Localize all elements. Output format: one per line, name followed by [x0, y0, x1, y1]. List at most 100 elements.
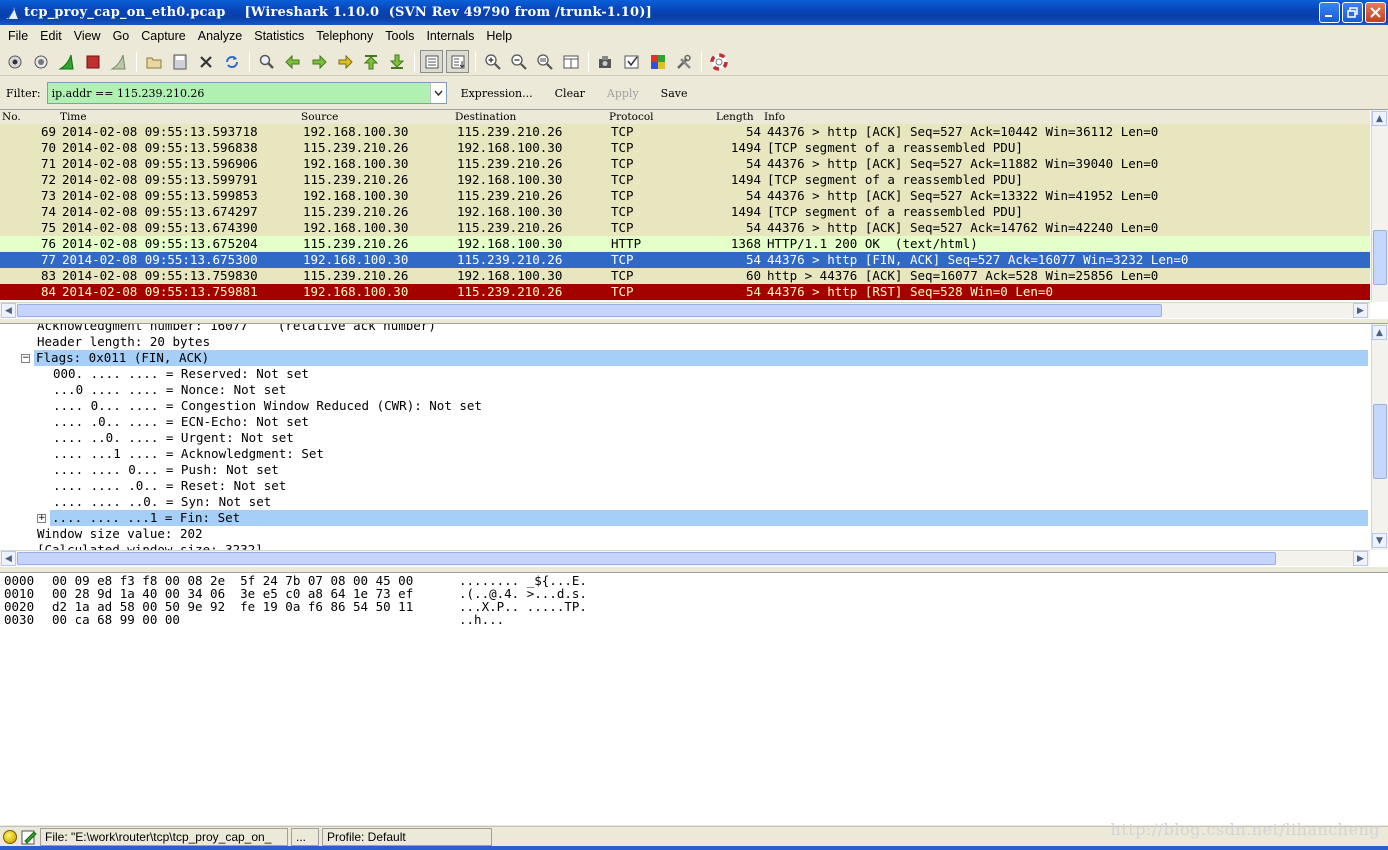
go-to-packet-button[interactable]	[333, 50, 356, 73]
detail-tree-item[interactable]: .... 0... .... = Congestion Window Reduc…	[0, 398, 1368, 414]
hex-ascii[interactable]: ..h...	[459, 613, 504, 626]
detail-tree-item[interactable]: − Flags: 0x011 (FIN, ACK)	[21, 350, 1368, 366]
zoom-in-button[interactable]	[481, 50, 504, 73]
detail-tree-item[interactable]: Window size value: 202	[0, 526, 1368, 542]
go-first-button[interactable]	[359, 50, 382, 73]
packet-row[interactable]: 73 2014-02-08 09:55:13.599853 192.168.100.…	[0, 188, 1370, 204]
scroll-left-arrow[interactable]: ◀	[1, 303, 16, 318]
menu-go[interactable]: Go	[107, 29, 136, 43]
scroll-right-arrow[interactable]: ▶	[1353, 303, 1368, 318]
expert-info-icon[interactable]	[3, 829, 17, 844]
column-header-destination[interactable]: Destination	[455, 111, 516, 123]
go-forward-button[interactable]	[307, 50, 330, 73]
detail-tree-item[interactable]: + .... .... ...1 = Fin: Set	[37, 510, 1368, 526]
details-hscrollbar[interactable]: ◀ ▶	[0, 550, 1370, 566]
packet-row[interactable]: 72 2014-02-08 09:55:13.599791 115.239.210.…	[0, 172, 1370, 188]
coloring-rules-button[interactable]	[646, 50, 669, 73]
column-header-time[interactable]: Time	[60, 111, 87, 123]
detail-tree-item[interactable]: .... .0.. .... = ECN-Echo: Not set	[0, 414, 1368, 430]
column-header-source[interactable]: Source	[301, 111, 338, 123]
detail-tree-item[interactable]: Header length: 20 bytes	[0, 334, 1368, 350]
packet-row[interactable]: 70 2014-02-08 09:55:13.596838 115.239.210.…	[0, 140, 1370, 156]
detail-tree-item[interactable]: 000. .... .... = Reserved: Not set	[0, 366, 1368, 382]
detail-tree-item[interactable]: Acknowledgment number: 16077 (relative a…	[0, 324, 1368, 334]
packet-row[interactable]: 76 2014-02-08 09:55:13.675204 115.239.210.…	[0, 236, 1370, 252]
stop-capture-button[interactable]	[81, 50, 104, 73]
detail-tree-item[interactable]: ...0 .... .... = Nonce: Not set	[0, 382, 1368, 398]
detail-tree-item[interactable]: .... ..0. .... = Urgent: Not set	[0, 430, 1368, 446]
start-capture-button[interactable]	[55, 50, 78, 73]
minimize-button[interactable]	[1319, 2, 1340, 23]
restore-button[interactable]	[1342, 2, 1363, 23]
zoom-out-button[interactable]	[507, 50, 530, 73]
menu-help[interactable]: Help	[480, 29, 518, 43]
menu-edit[interactable]: Edit	[34, 29, 68, 43]
menu-tools[interactable]: Tools	[379, 29, 420, 43]
menu-file[interactable]: File	[2, 29, 34, 43]
clear-filter-button[interactable]: Clear	[551, 87, 589, 100]
scroll-left-arrow[interactable]: ◀	[1, 551, 16, 566]
scroll-thumb[interactable]	[1373, 404, 1387, 479]
packet-row[interactable]: 83 2014-02-08 09:55:13.759830 115.239.210.…	[0, 268, 1370, 284]
close-file-button[interactable]	[194, 50, 217, 73]
autoscroll-button[interactable]	[446, 50, 469, 73]
scroll-thumb[interactable]	[17, 552, 1276, 565]
packet-list-vscrollbar[interactable]: ▲	[1371, 110, 1388, 302]
open-button[interactable]	[142, 50, 165, 73]
column-header-protocol[interactable]: Protocol	[609, 111, 654, 123]
scroll-up-arrow[interactable]: ▲	[1372, 325, 1387, 340]
go-back-button[interactable]	[281, 50, 304, 73]
preferences-button[interactable]	[672, 50, 695, 73]
resize-columns-button[interactable]	[559, 50, 582, 73]
detail-tree-item[interactable]: .... .... .0.. = Reset: Not set	[0, 478, 1368, 494]
column-header-info[interactable]: Info	[764, 111, 785, 123]
colorize-button[interactable]	[420, 50, 443, 73]
expression-button[interactable]: Expression...	[457, 87, 537, 100]
packet-row[interactable]: 71 2014-02-08 09:55:13.596906 192.168.100.…	[0, 156, 1370, 172]
menu-view[interactable]: View	[68, 29, 107, 43]
capture-filters-button[interactable]	[594, 50, 617, 73]
options-button[interactable]	[29, 50, 52, 73]
go-last-button[interactable]	[385, 50, 408, 73]
help-button[interactable]	[707, 50, 730, 73]
interfaces-button[interactable]	[3, 50, 26, 73]
hex-bytes[interactable]: 00 ca 68 99 00 00	[52, 613, 180, 626]
packet-row[interactable]: 74 2014-02-08 09:55:13.674297 115.239.210.…	[0, 204, 1370, 220]
scroll-thumb[interactable]	[17, 304, 1162, 317]
details-vscrollbar[interactable]: ▲ ▼	[1371, 324, 1388, 550]
filter-dropdown-button[interactable]	[429, 83, 446, 103]
scroll-thumb[interactable]	[1373, 230, 1387, 285]
menu-capture[interactable]: Capture	[135, 29, 191, 43]
display-filter-input[interactable]: ip.addr == 115.239.210.26	[46, 82, 447, 104]
reload-button[interactable]	[220, 50, 243, 73]
restart-capture-button[interactable]	[107, 50, 130, 73]
hex-offset[interactable]: 0030	[4, 613, 34, 626]
zoom-normal-button[interactable]	[533, 50, 556, 73]
close-button[interactable]	[1365, 2, 1386, 23]
detail-tree-item[interactable]: .... .... ..0. = Syn: Not set	[0, 494, 1368, 510]
menu-statistics[interactable]: Statistics	[248, 29, 310, 43]
packet-row[interactable]: 75 2014-02-08 09:55:13.674390 192.168.100.…	[0, 220, 1370, 236]
packet-row[interactable]: 69 2014-02-08 09:55:13.593718 192.168.100.…	[0, 124, 1370, 140]
packet-row[interactable]: 77 2014-02-08 09:55:13.675300 192.168.100.…	[0, 252, 1370, 268]
scroll-down-arrow[interactable]: ▼	[1372, 533, 1387, 548]
collapse-icon[interactable]: −	[21, 354, 30, 363]
apply-filter-button[interactable]: Apply	[603, 87, 643, 100]
menu-internals[interactable]: Internals	[420, 29, 480, 43]
save-file-button[interactable]	[168, 50, 191, 73]
detail-tree-item[interactable]: .... ...1 .... = Acknowledgment: Set	[0, 446, 1368, 462]
packet-row[interactable]: 84 2014-02-08 09:55:13.759881 192.168.100.…	[0, 284, 1370, 300]
packet-list-hscrollbar[interactable]: ◀ ▶	[0, 302, 1370, 318]
scroll-right-arrow[interactable]: ▶	[1353, 551, 1368, 566]
column-header-length[interactable]: Length	[716, 111, 754, 123]
menu-telephony[interactable]: Telephony	[310, 29, 379, 43]
column-header-no[interactable]: No.	[2, 111, 21, 123]
menu-analyze[interactable]: Analyze	[192, 29, 248, 43]
capture-comment-icon[interactable]	[21, 829, 37, 845]
status-profile-field[interactable]: Profile: Default	[322, 827, 492, 846]
find-packet-button[interactable]	[255, 50, 278, 73]
save-filter-button[interactable]: Save	[657, 87, 692, 100]
scroll-up-arrow[interactable]: ▲	[1372, 111, 1387, 126]
display-filters-button[interactable]	[620, 50, 643, 73]
expand-icon[interactable]: +	[37, 514, 46, 523]
